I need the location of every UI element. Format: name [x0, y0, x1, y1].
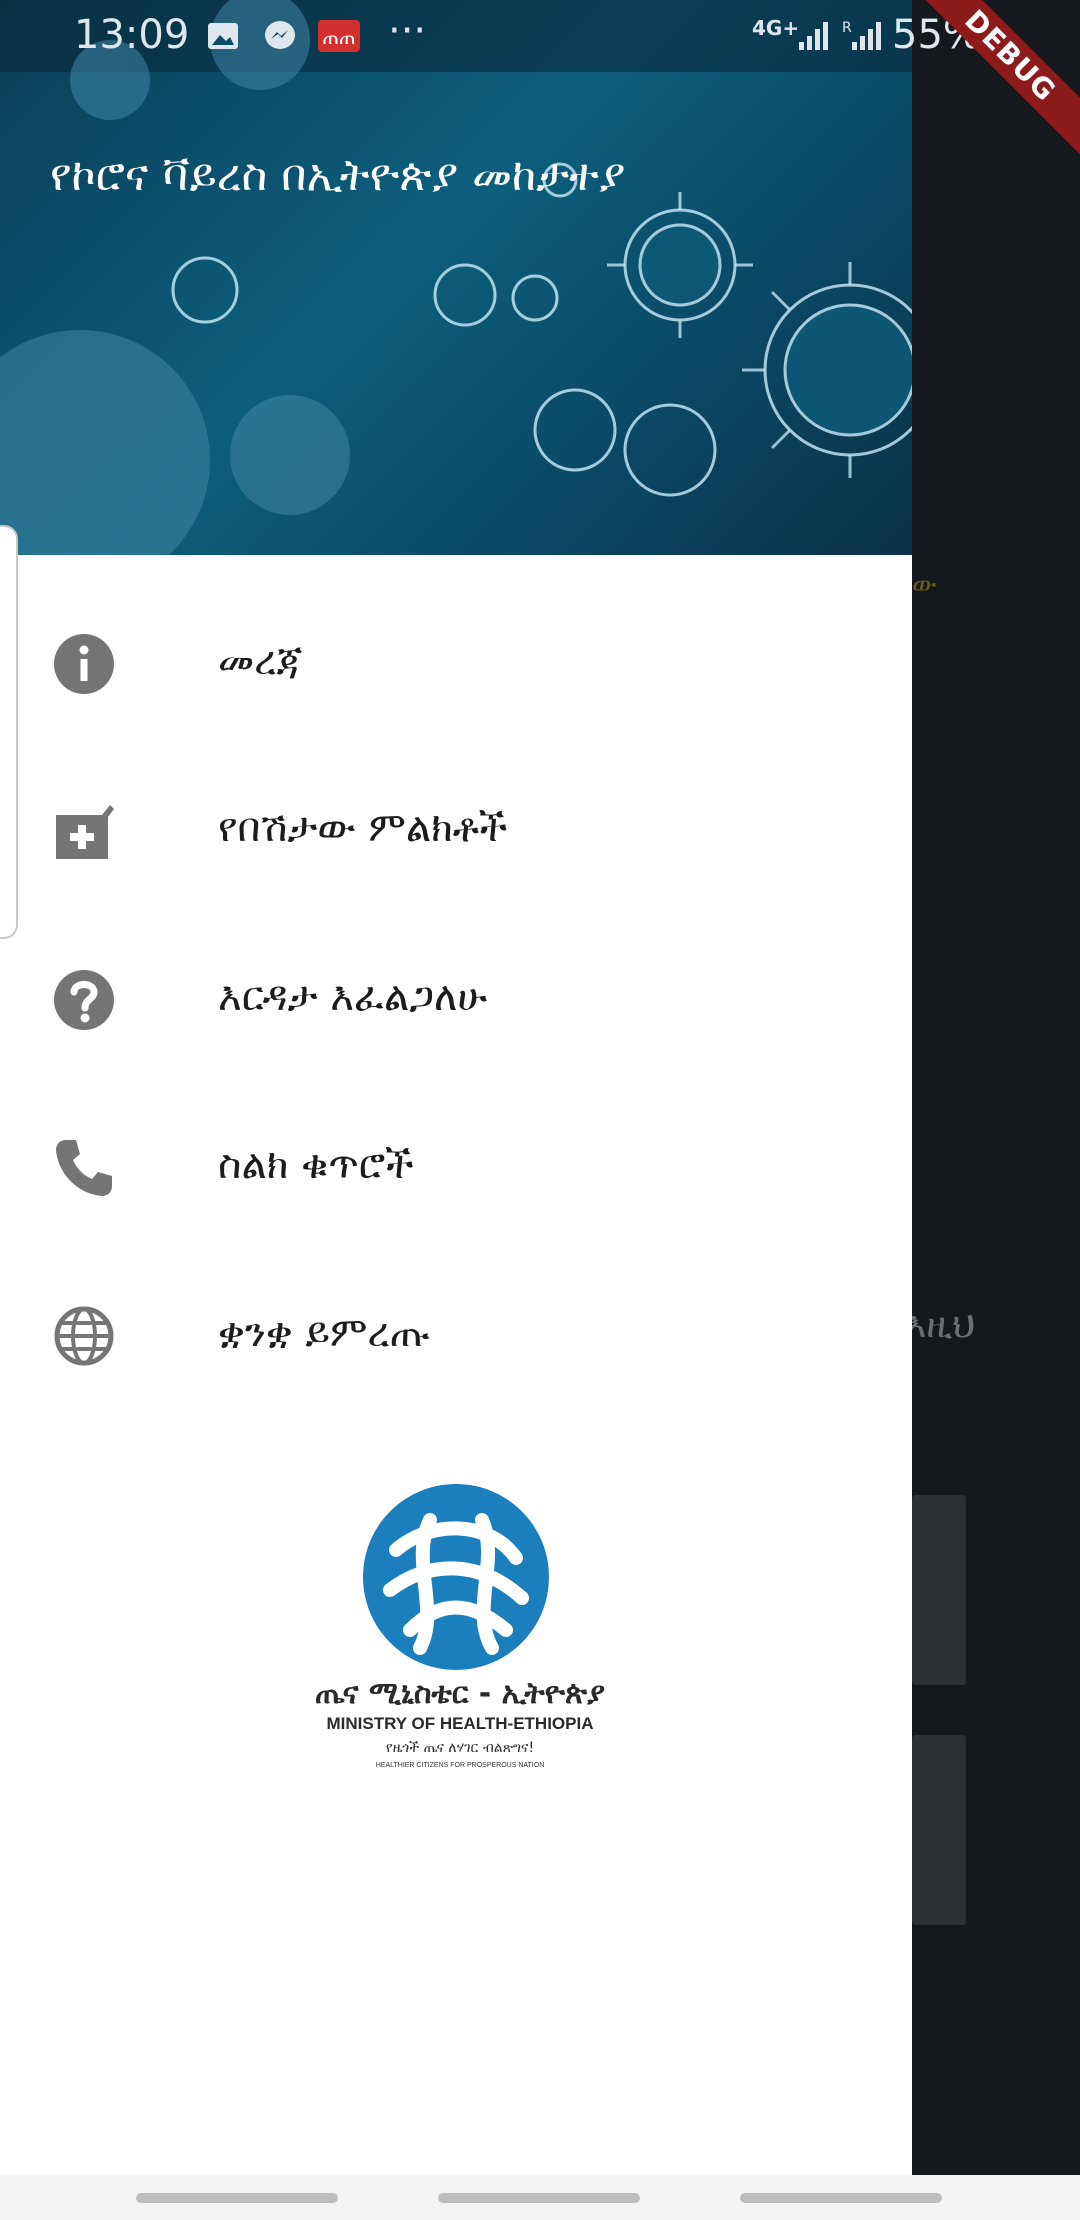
navigation-drawer: የኮሮና ቫይረስ በኢትዮጵያ መከታተያ መረጃ የበሽታው ምልክቶች እ…: [0, 0, 912, 2175]
phone-icon: [56, 1140, 112, 1196]
signal-icon: [799, 22, 828, 50]
system-navigation-bar: [0, 2175, 1080, 2220]
menu-item-label: እርዳታ እፈልጋለሁ: [218, 974, 487, 1020]
ministry-tagline-english: HEALTHIER CITIZENS FOR PROSPEROUS NATION: [375, 1762, 545, 1769]
info-icon: [54, 634, 114, 694]
menu-item-info[interactable]: መረጃ: [0, 588, 912, 738]
menu-item-phone-numbers[interactable]: ስልክ ቁጥሮች: [0, 1092, 912, 1242]
nav-recent-button[interactable]: [136, 2193, 338, 2203]
status-time: 13:09: [74, 12, 190, 58]
menu-item-label: መረጃ: [218, 638, 303, 684]
menu-item-label: ቋንቋ ይምረጡ: [218, 1310, 431, 1356]
drawer-edge-handle[interactable]: [0, 525, 18, 939]
nav-home-button[interactable]: [438, 2193, 640, 2203]
app-notification-icon: ጠጠ: [318, 20, 360, 52]
background-accent-text: ው: [912, 570, 937, 600]
nav-back-button[interactable]: [740, 2193, 942, 2203]
messenger-icon: [265, 21, 295, 49]
network-type: 4G+: [752, 16, 800, 40]
svg-text:R: R: [842, 20, 852, 36]
globe-icon: [54, 1306, 114, 1366]
virus-background-image: [0, 0, 912, 555]
svg-text:ጠጠ: ጠጠ: [322, 25, 355, 49]
status-bar: 13:09 ጠጠ ··· 4G+ R 55%: [0, 0, 1080, 72]
ministry-name-amharic: ጤና ሚኒስቴር - ኢትዮጵያ: [314, 1676, 606, 1711]
signal-roaming-icon: R: [842, 20, 881, 50]
more-notifications-icon: ···: [388, 8, 427, 54]
menu-item-symptoms[interactable]: የበሽታው ምልክቶች: [0, 755, 912, 905]
ministry-emblem-icon: [363, 1484, 549, 1670]
gallery-icon: [208, 23, 238, 49]
medical-kit-icon: [56, 805, 114, 859]
background-card[interactable]: [912, 1495, 966, 1685]
background-card[interactable]: [912, 1735, 966, 1925]
ministry-of-health-logo: ጤና ሚኒስቴር - ኢትዮጵያ MINISTRY OF HEALTH-ETHI…: [300, 1480, 620, 1780]
drawer-title: የኮሮና ቫይረስ በኢትዮጵያ መከታተያ: [50, 150, 626, 201]
help-icon: [54, 970, 114, 1030]
menu-item-label: ስልክ ቁጥሮች: [218, 1142, 414, 1188]
ministry-name-english: MINISTRY OF HEALTH-ETHIOPIA: [326, 1714, 594, 1733]
background-side-text: እዚህ: [905, 1305, 976, 1346]
ministry-tagline-amharic: የዜጎች ጤና ለሃገር ብልጽግና!: [385, 1740, 535, 1756]
menu-item-language[interactable]: ቋንቋ ይምረጡ: [0, 1260, 912, 1410]
menu-item-help[interactable]: እርዳታ እፈልጋለሁ: [0, 924, 912, 1074]
menu-item-label: የበሽታው ምልክቶች: [218, 805, 508, 851]
drawer-header: የኮሮና ቫይረስ በኢትዮጵያ መከታተያ: [0, 0, 912, 555]
